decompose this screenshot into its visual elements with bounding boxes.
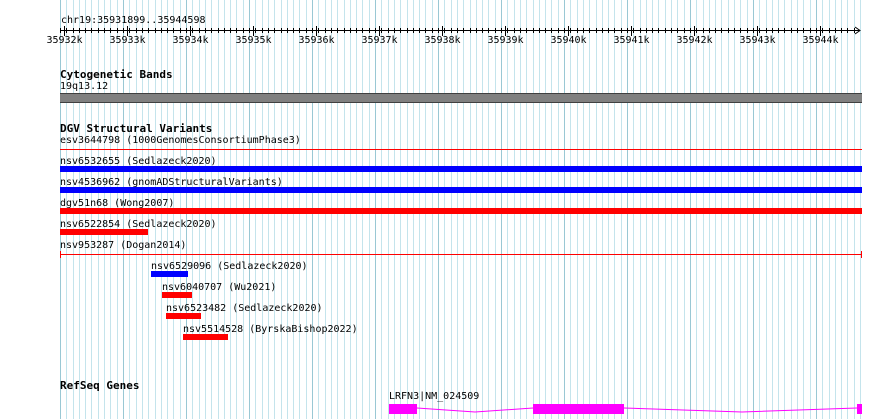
cytoband-label: 19q13.12: [60, 81, 109, 92]
gene-model-lrfn3[interactable]: [0, 398, 890, 419]
dgv-feature-bar[interactable]: [60, 187, 862, 193]
dgv-feature-label: esv3644798 (1000GenomesConsortiumPhase3): [60, 135, 301, 146]
ruler-tick-label: 35944k: [802, 35, 839, 46]
ruler-tick-label: 35938k: [424, 35, 461, 46]
gene-exon[interactable]: [857, 404, 862, 414]
ruler-tick-label: 35939k: [487, 35, 524, 46]
dgv-feature-bar[interactable]: [60, 166, 862, 172]
dgv-feature-endcap: [60, 251, 61, 258]
dgv-feature-bar[interactable]: [162, 292, 192, 298]
cytoband-bar[interactable]: [60, 93, 862, 103]
gene-intron: [623, 407, 858, 413]
ruler-tick-label: 35941k: [613, 35, 650, 46]
ruler-tick-label: 35940k: [550, 35, 587, 46]
dgv-feature-label: nsv953287 (Dogan2014): [60, 240, 187, 251]
gene-exon[interactable]: [389, 404, 417, 414]
gene-exon[interactable]: [533, 404, 624, 414]
dgv-feature-bar[interactable]: [166, 313, 201, 319]
dgv-feature-bar[interactable]: [60, 208, 862, 214]
cytoband-track-title: Cytogenetic Bands: [60, 68, 173, 81]
ruler-tick-label: 35942k: [676, 35, 713, 46]
genome-browser: chr19:35931899..35944598 35932k 35933k 359…: [0, 0, 890, 419]
dgv-feature-bar[interactable]: [60, 229, 148, 235]
gene-intron: [416, 407, 534, 413]
ruler-tick-label: 35943k: [739, 35, 776, 46]
refseq-track-title: RefSeq Genes: [60, 379, 140, 392]
dgv-feature-bar[interactable]: [60, 149, 862, 150]
ruler-tick-label: 35936k: [298, 35, 335, 46]
dgv-feature-endcap: [861, 251, 862, 258]
ruler-tick-label: 35933k: [109, 35, 146, 46]
ruler-tick-label: 35932k: [46, 35, 83, 46]
dgv-feature-bar[interactable]: [151, 271, 188, 277]
ruler-tick-label: 35937k: [361, 35, 398, 46]
ruler-tick-label: 35934k: [172, 35, 209, 46]
dgv-track-title: DGV Structural Variants: [60, 122, 213, 135]
dgv-feature-bar[interactable]: [60, 254, 862, 255]
dgv-feature-bar[interactable]: [183, 334, 228, 340]
ruler-tick-label: 35935k: [235, 35, 272, 46]
